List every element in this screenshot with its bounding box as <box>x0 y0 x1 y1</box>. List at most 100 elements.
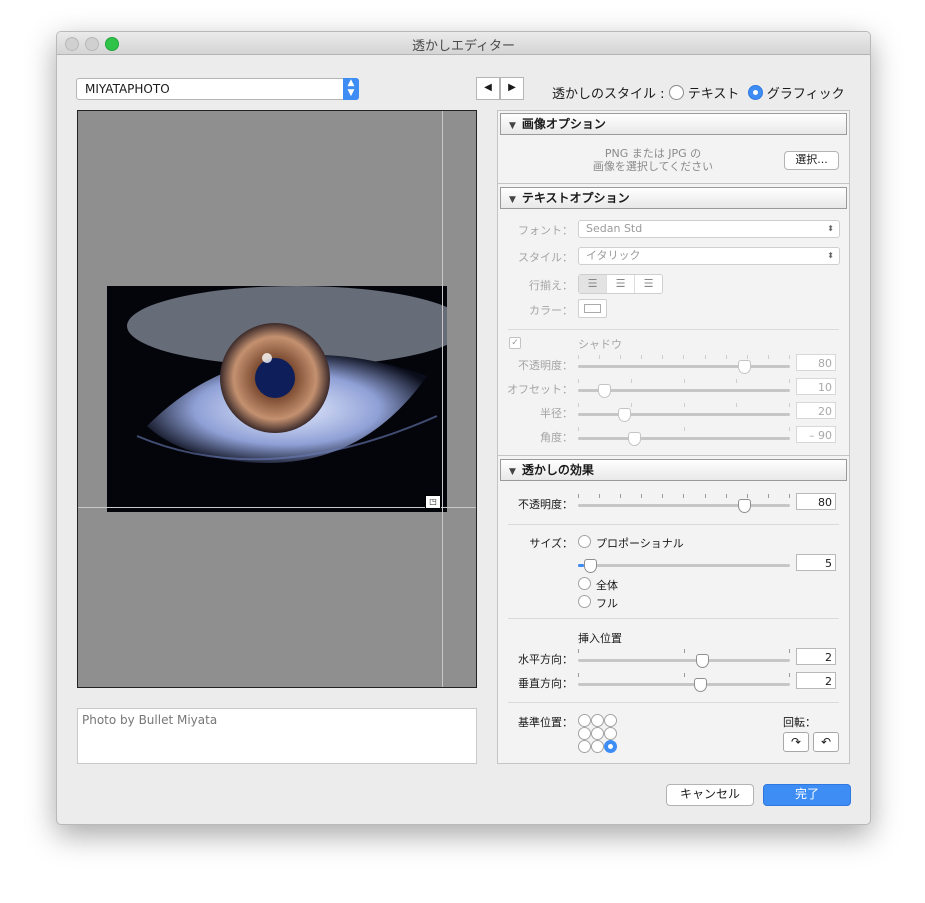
caption-field[interactable]: Photo by Bullet Miyata <box>77 708 477 764</box>
options-panel: ▼ 画像オプション PNG または JPG の 画像を選択してください 選択...… <box>497 110 850 764</box>
watermark-style-label: 透かしのスタイル : <box>552 87 665 102</box>
shadow-opacity-slider[interactable] <box>578 355 790 374</box>
rotate-clockwise-button[interactable]: ↷ <box>783 732 809 752</box>
anchor-top-right[interactable] <box>604 714 617 727</box>
align-label: 行揃え： <box>529 279 573 292</box>
guide-horizontal <box>78 507 476 508</box>
anchor-bottom-right[interactable] <box>604 740 617 753</box>
slider-ticks <box>578 355 790 359</box>
anchor-middle-left[interactable] <box>578 727 591 740</box>
horizontal-label: 水平方向： <box>518 653 573 666</box>
triangle-left-icon: ◀ <box>484 82 492 93</box>
choose-image-button[interactable]: 選択... <box>784 151 839 170</box>
style-label: スタイル： <box>518 251 573 264</box>
anchor-middle-right[interactable] <box>604 727 617 740</box>
opacity-slider[interactable] <box>578 494 790 513</box>
inset-label: 挿入位置 <box>578 632 622 645</box>
radius-field[interactable]: 20 <box>796 402 836 419</box>
size-fit-radio[interactable] <box>578 577 591 590</box>
title-bar: 透かしエディター <box>57 32 870 55</box>
angle-field[interactable]: – 90 <box>796 426 836 443</box>
size-proportional-label: プロポーショナル <box>596 537 684 550</box>
slider-knob[interactable] <box>738 360 751 374</box>
image-options-title: 画像オプション <box>521 117 606 131</box>
cancel-button[interactable]: キャンセル <box>666 784 754 806</box>
slider-knob[interactable] <box>628 432 641 446</box>
slider-knob[interactable] <box>618 408 631 422</box>
align-center-icon[interactable]: ☰ <box>606 275 634 293</box>
radius-label: 半径： <box>540 407 573 420</box>
rotate-clockwise-icon: ↷ <box>790 735 802 749</box>
image-options-header[interactable]: ▼ 画像オプション <box>500 113 847 135</box>
slider-knob[interactable] <box>694 678 707 692</box>
anchor-bottom-left[interactable] <box>578 740 591 753</box>
angle-slider[interactable] <box>578 427 790 446</box>
font-value: Sedan Std <box>586 222 643 235</box>
horizontal-slider[interactable] <box>578 649 790 668</box>
text-style-radio[interactable] <box>668 85 684 100</box>
font-style-select[interactable]: イタリック ⬍ <box>578 247 840 265</box>
opacity-field[interactable]: 80 <box>796 493 836 510</box>
rotate-counterclockwise-button[interactable]: ↶ <box>813 732 839 752</box>
size-fill-label: フル <box>596 597 618 610</box>
next-image-button[interactable]: ▶ <box>500 77 524 100</box>
preview-photo <box>107 286 447 512</box>
anchor-top-center[interactable] <box>591 714 604 727</box>
offset-field[interactable]: 10 <box>796 378 836 395</box>
anchor-top-left[interactable] <box>578 714 591 727</box>
disclosure-triangle-icon: ▼ <box>509 195 516 205</box>
anchor-center[interactable] <box>591 727 604 740</box>
shadow-opacity-label: 不透明度： <box>518 359 573 372</box>
size-field[interactable]: 5 <box>796 554 836 571</box>
previous-image-button[interactable]: ◀ <box>476 77 500 100</box>
anchor-label: 基準位置： <box>518 716 573 729</box>
color-swatch-fill <box>584 304 601 313</box>
watermark-style-row: 透かしのスタイル : テキスト グラフィック <box>552 83 845 102</box>
vertical-slider[interactable] <box>578 673 790 692</box>
graphic-style-radio[interactable] <box>747 85 763 100</box>
size-slider[interactable] <box>578 559 790 573</box>
chevron-updown-icon: ⬍ <box>827 224 834 233</box>
image-hint-line2: 画像を選択してください <box>592 160 714 173</box>
size-fit-label: 全体 <box>596 579 618 592</box>
slider-ticks <box>578 427 790 431</box>
rotate-counterclockwise-icon: ↶ <box>820 735 832 749</box>
font-style-value: イタリック <box>586 249 641 262</box>
slider-knob[interactable] <box>598 384 611 398</box>
text-options-header[interactable]: ▼ テキストオプション <box>500 187 847 209</box>
color-swatch[interactable] <box>578 299 607 318</box>
alignment-group: ☰ ☰ ☰ <box>578 274 663 294</box>
offset-slider[interactable] <box>578 379 790 398</box>
shadow-label: シャドウ <box>578 338 622 351</box>
divider <box>508 702 839 703</box>
vertical-field[interactable]: 2 <box>796 672 836 689</box>
size-fill-radio[interactable] <box>578 595 591 608</box>
chevron-updown-icon: ⬍ <box>827 251 834 260</box>
slider-ticks <box>578 403 790 407</box>
angle-label: 角度： <box>540 431 573 444</box>
watermark-effects-header[interactable]: ▼ 透かしの効果 <box>500 459 847 481</box>
done-button[interactable]: 完了 <box>763 784 851 806</box>
divider <box>498 183 849 184</box>
color-label: カラー： <box>529 304 573 317</box>
radius-slider[interactable] <box>578 403 790 422</box>
slider-knob[interactable] <box>584 559 597 573</box>
slider-ticks <box>578 494 790 498</box>
align-right-icon[interactable]: ☰ <box>634 275 662 293</box>
anchor-bottom-center[interactable] <box>591 740 604 753</box>
divider <box>498 455 849 456</box>
shadow-checkbox[interactable]: ✓ <box>509 337 521 349</box>
align-left-icon[interactable]: ☰ <box>579 275 606 293</box>
shadow-opacity-field[interactable]: 80 <box>796 354 836 371</box>
watermark-graphic-icon[interactable]: ◳ <box>425 495 441 509</box>
horizontal-field[interactable]: 2 <box>796 648 836 665</box>
slider-knob[interactable] <box>696 654 709 668</box>
preview-canvas[interactable]: ◳ <box>77 110 477 688</box>
eye-photo-image <box>107 286 447 512</box>
preset-select[interactable]: MIYATAPHOTO ▲ ▼ <box>76 78 359 100</box>
slider-knob[interactable] <box>738 499 751 513</box>
size-label: サイズ： <box>529 537 573 550</box>
size-proportional-radio[interactable] <box>578 535 591 548</box>
slider-ticks <box>578 379 790 383</box>
font-select[interactable]: Sedan Std ⬍ <box>578 220 840 238</box>
